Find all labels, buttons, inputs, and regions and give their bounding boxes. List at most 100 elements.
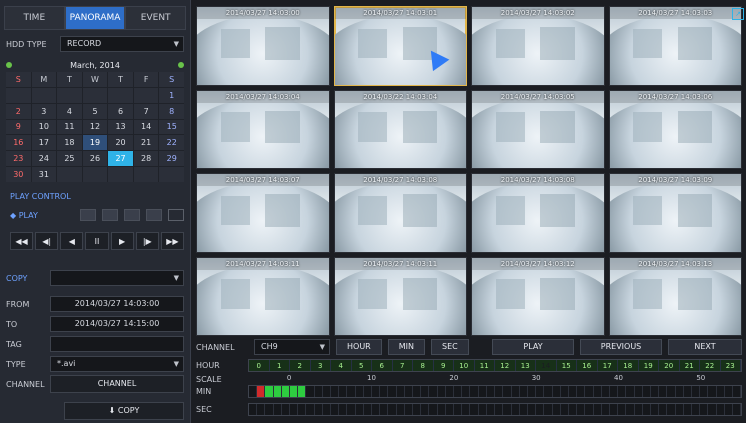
minute-cell[interactable] <box>397 386 405 397</box>
second-cell[interactable] <box>610 404 619 415</box>
minute-cell[interactable] <box>561 386 569 397</box>
second-cell[interactable] <box>651 404 660 415</box>
second-cell[interactable] <box>520 404 528 415</box>
minute-cell[interactable] <box>281 386 291 397</box>
minute-cell[interactable] <box>462 386 471 397</box>
minute-cell[interactable] <box>479 386 487 397</box>
thumbnail[interactable]: 2014/03/27 14:03:04 <box>196 89 330 169</box>
hour-cell[interactable]: 4 <box>331 360 352 371</box>
hour-cell[interactable]: 15 <box>556 360 577 371</box>
tab-time[interactable]: TIME <box>4 6 65 30</box>
calendar-day[interactable]: 8 <box>159 103 184 119</box>
thumbnail[interactable]: 2014/03/27 14:03:00 <box>196 6 330 86</box>
prev-month-icon[interactable] <box>6 62 12 68</box>
thumbnail[interactable]: 2014/03/27 14:03:07 <box>196 173 330 253</box>
second-cell[interactable] <box>569 404 578 415</box>
calendar-day[interactable]: 9 <box>6 119 31 135</box>
calendar-day[interactable]: 27 <box>108 151 133 167</box>
calendar-day[interactable]: 23 <box>6 151 31 167</box>
second-cell[interactable] <box>684 404 692 415</box>
play-action-button[interactable]: PLAY <box>492 339 574 355</box>
minute-cell[interactable] <box>503 386 512 397</box>
minute-cell[interactable] <box>421 386 430 397</box>
minute-cell[interactable] <box>364 386 373 397</box>
minute-cell[interactable] <box>610 386 619 397</box>
minute-cell[interactable] <box>577 386 586 397</box>
minute-cell[interactable] <box>405 386 414 397</box>
second-cell[interactable] <box>676 404 684 415</box>
minute-cell[interactable] <box>684 386 692 397</box>
thumbnail[interactable]: 2014/03/27 14:03:08 <box>333 173 467 253</box>
minute-cell[interactable] <box>553 386 561 397</box>
minute-cell[interactable] <box>388 386 397 397</box>
second-cell[interactable] <box>454 404 463 415</box>
second-cell[interactable] <box>544 404 553 415</box>
step-back-icon[interactable]: ◀| <box>35 232 59 250</box>
thumbnail[interactable]: 2014/03/27 14:03:13 <box>608 256 742 336</box>
minute-cell[interactable] <box>470 386 479 397</box>
minute-cell[interactable] <box>413 386 422 397</box>
second-cell[interactable] <box>372 404 381 415</box>
minute-cell[interactable] <box>585 386 594 397</box>
thumbnail[interactable]: 2014/03/27 14:03:12 <box>471 256 605 336</box>
reverse-play-icon[interactable]: ◀ <box>60 232 84 250</box>
hour-button[interactable]: HOUR <box>336 339 382 355</box>
layout-9-icon[interactable] <box>102 209 118 221</box>
minute-cell[interactable] <box>692 386 701 397</box>
calendar-day[interactable]: 22 <box>159 135 184 151</box>
sec-track[interactable] <box>248 403 742 416</box>
minute-cell[interactable] <box>626 386 635 397</box>
hour-cell[interactable]: 9 <box>433 360 454 371</box>
second-cell[interactable] <box>594 404 602 415</box>
second-cell[interactable] <box>429 404 438 415</box>
hour-cell[interactable]: 20 <box>659 360 680 371</box>
minute-cell[interactable] <box>429 386 438 397</box>
previous-button[interactable]: PREVIOUS <box>580 339 662 355</box>
thumbnail[interactable]: 2014/03/22 14:03:04 <box>333 89 467 169</box>
calendar-day[interactable]: 24 <box>31 151 57 167</box>
second-cell[interactable] <box>421 404 430 415</box>
calendar-day[interactable]: 4 <box>57 103 82 119</box>
minute-cell[interactable] <box>298 386 307 397</box>
thumbnail[interactable]: 2014/03/27 14:03:08 <box>471 173 605 253</box>
minute-cell[interactable] <box>618 386 627 397</box>
layout-4-icon[interactable] <box>80 209 96 221</box>
second-cell[interactable] <box>413 404 422 415</box>
calendar-day[interactable]: 21 <box>133 135 159 151</box>
second-cell[interactable] <box>306 404 315 415</box>
minute-cell[interactable] <box>667 386 676 397</box>
tab-event[interactable]: EVENT <box>125 6 187 30</box>
thumbnail[interactable]: 2014/03/27 14:03:06 <box>608 89 742 169</box>
hour-cell[interactable]: 12 <box>495 360 516 371</box>
calendar-day[interactable]: 2 <box>6 103 31 119</box>
calendar-day[interactable]: 17 <box>31 135 57 151</box>
second-cell[interactable] <box>462 404 471 415</box>
minute-cell[interactable] <box>544 386 553 397</box>
second-cell[interactable] <box>659 404 668 415</box>
hour-cell[interactable]: 23 <box>720 360 741 371</box>
calendar-day[interactable]: 26 <box>82 151 108 167</box>
hour-cell[interactable]: 14 <box>536 360 557 371</box>
second-cell[interactable] <box>602 404 610 415</box>
second-cell[interactable] <box>331 404 340 415</box>
second-cell[interactable] <box>503 404 512 415</box>
copy-source-select[interactable]: ▼ <box>50 270 184 286</box>
layout-single-icon[interactable] <box>146 209 162 221</box>
second-cell[interactable] <box>470 404 479 415</box>
hour-cell[interactable]: 22 <box>700 360 721 371</box>
second-cell[interactable] <box>290 404 299 415</box>
play-button[interactable]: ◆ PLAY <box>10 211 38 220</box>
minute-cell[interactable] <box>356 386 364 397</box>
next-button[interactable]: NEXT <box>668 339 742 355</box>
pause-icon[interactable]: II <box>85 232 109 250</box>
layout-16-icon[interactable] <box>124 209 140 221</box>
hour-cell[interactable]: 6 <box>372 360 393 371</box>
second-cell[interactable] <box>380 404 389 415</box>
second-cell[interactable] <box>667 404 676 415</box>
second-cell[interactable] <box>274 404 282 415</box>
calendar-day[interactable]: 31 <box>31 167 57 182</box>
minute-cell[interactable] <box>306 386 315 397</box>
second-cell[interactable] <box>618 404 627 415</box>
calendar-day[interactable]: 30 <box>6 167 31 182</box>
second-cell[interactable] <box>700 404 709 415</box>
